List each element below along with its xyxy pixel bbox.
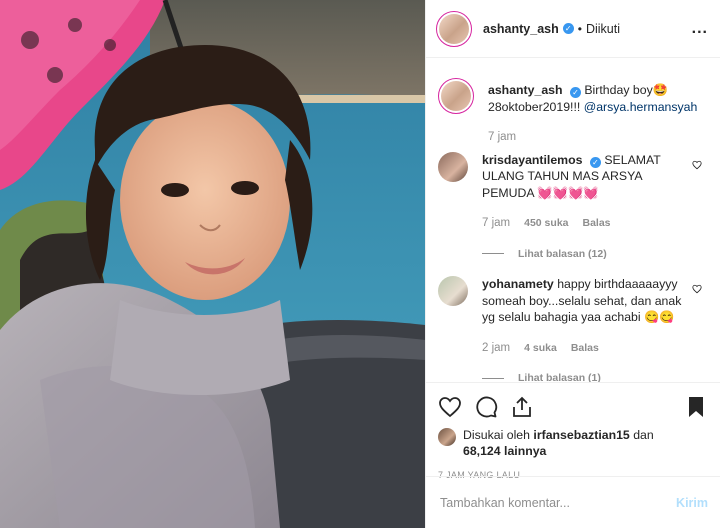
verified-badge-icon: ✓	[562, 23, 574, 34]
post-header: ashanty_ash ✓ • Diikuti ...	[426, 0, 720, 58]
commenter-avatar[interactable]	[438, 276, 468, 306]
view-replies-button[interactable]: Lihat balasan (12)	[482, 246, 684, 263]
reply-button[interactable]: Balas	[571, 340, 599, 357]
verified-badge-icon: ✓	[589, 156, 601, 168]
post-viewer: ashanty_ash ✓ • Diikuti ... ashanty_ash …	[0, 0, 720, 528]
comment-likes-count[interactable]: 4 suka	[524, 340, 557, 357]
comment-username[interactable]: krisdayantilemos	[482, 153, 582, 167]
comment-like-heart-icon[interactable]	[692, 160, 702, 170]
comment-age[interactable]: 7 jam	[482, 215, 510, 232]
liker-username[interactable]: irfansebaztian15	[533, 428, 629, 442]
follow-status-button[interactable]: Diikuti	[586, 22, 620, 36]
post-photo[interactable]	[0, 0, 425, 528]
caption: ashanty_ash ✓ Birthday boy🤩 28oktober201…	[438, 78, 706, 146]
view-replies-button[interactable]: Lihat balasan (1)	[482, 370, 684, 382]
action-icons	[438, 393, 708, 421]
post-comment-button[interactable]: Kirim	[676, 496, 708, 510]
author-avatar[interactable]	[436, 10, 472, 47]
caption-username[interactable]: ashanty_ash	[488, 83, 563, 97]
comment-item: krisdayantilemos ✓ SELAMAT ULANG TAHUN M…	[438, 151, 706, 263]
add-comment-bar: Kirim	[426, 476, 720, 528]
heart-icon[interactable]	[438, 395, 462, 419]
header-separator: •	[577, 21, 582, 36]
caption-age[interactable]: 7 jam	[488, 129, 516, 146]
verified-badge-icon: ✓	[569, 87, 581, 98]
more-icon[interactable]: ...	[692, 20, 708, 38]
comment-like-heart-icon[interactable]	[692, 284, 702, 294]
author-username[interactable]: ashanty_ash	[483, 22, 559, 36]
comment-username[interactable]: yohanamety	[482, 277, 554, 291]
bookmark-icon[interactable]	[684, 395, 708, 419]
replies-divider	[482, 377, 504, 379]
comment-input[interactable]	[440, 495, 677, 510]
view-replies-label: Lihat balasan (12)	[518, 247, 607, 260]
comment-likes-count[interactable]: 450 suka	[524, 215, 568, 232]
share-icon[interactable]	[510, 395, 534, 419]
comment-age[interactable]: 2 jam	[482, 340, 510, 357]
likes-count[interactable]: 68,124 lainnya	[463, 444, 546, 458]
replies-divider	[482, 253, 504, 255]
liker-avatar[interactable]	[438, 428, 456, 446]
commenter-avatar[interactable]	[438, 151, 468, 182]
reply-button[interactable]: Balas	[583, 215, 611, 232]
view-replies-label: Lihat balasan (1)	[518, 372, 601, 382]
comments-list: ashanty_ash ✓ Birthday boy🤩 28oktober201…	[426, 58, 720, 382]
comment-item: yohanamety happy birthdaaaaayyy someah b…	[438, 276, 706, 382]
caption-avatar[interactable]	[438, 78, 474, 114]
caption-mention-link[interactable]: @arsya.hermansyah	[584, 100, 698, 114]
post-side-panel: ashanty_ash ✓ • Diikuti ... ashanty_ash …	[425, 0, 720, 528]
likes-middle: dan	[629, 428, 654, 442]
comment-icon[interactable]	[474, 395, 498, 419]
likes-summary: Disukai oleh irfansebaztian15 dan 68,124…	[438, 427, 708, 459]
likes-prefix: Disukai oleh	[463, 428, 534, 442]
photo-image	[0, 0, 425, 528]
